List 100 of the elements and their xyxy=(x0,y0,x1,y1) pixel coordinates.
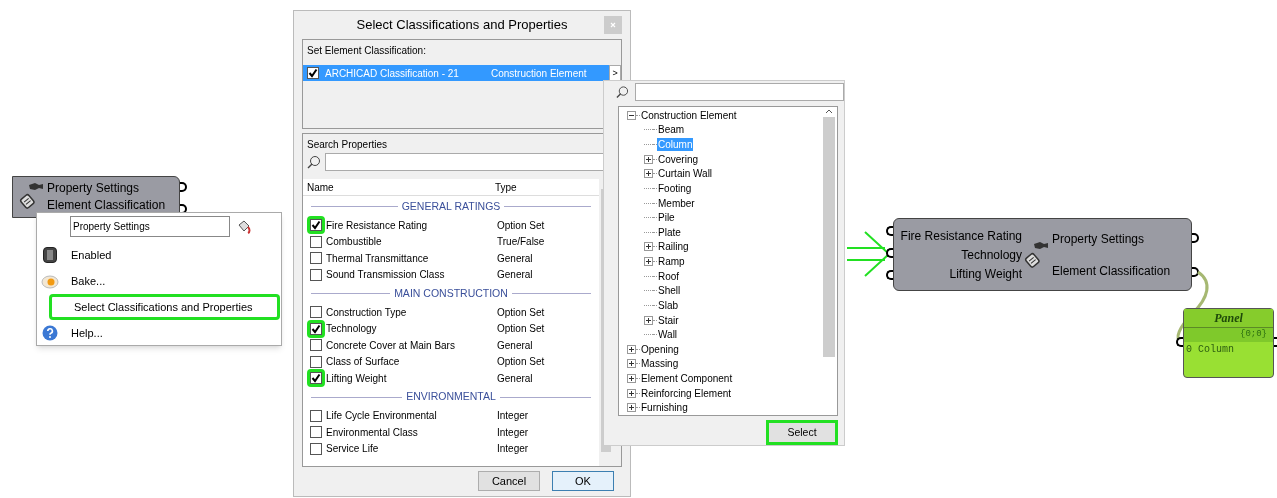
input-label: Technology xyxy=(961,247,1022,262)
menu-item[interactable]: Help... xyxy=(63,320,103,346)
property-type: General xyxy=(497,338,533,353)
tree-item[interactable]: Beam xyxy=(657,123,686,137)
search-field[interactable] xyxy=(635,83,844,101)
tree-item[interactable]: Furnishing xyxy=(640,401,689,415)
checkbox[interactable] xyxy=(310,322,322,335)
checkbox[interactable] xyxy=(310,442,322,455)
help-icon xyxy=(42,325,58,341)
component-node[interactable]: Fire Resistance Rating Technology Lifting Weight Property Settings Element Classification xyxy=(893,218,1192,291)
expand-icon[interactable] xyxy=(644,169,653,179)
tree-item[interactable]: Element Component xyxy=(640,372,734,386)
tree-item[interactable]: Reinforcing Element xyxy=(640,386,733,400)
port-icon[interactable] xyxy=(1192,233,1199,243)
item-value: Column xyxy=(1198,342,1235,357)
checkbox[interactable] xyxy=(310,409,322,422)
menu-item[interactable]: Select Classifications and Properties xyxy=(49,294,280,320)
checkbox[interactable] xyxy=(310,219,322,232)
input-label: Fire Resistance Rating xyxy=(900,228,1022,243)
port-icon[interactable] xyxy=(1192,267,1199,277)
checkbox[interactable] xyxy=(310,235,322,248)
checkbox[interactable] xyxy=(310,339,322,352)
menu-item[interactable]: Bake... xyxy=(63,268,106,294)
tree-item[interactable]: Member xyxy=(657,196,696,210)
property-name: Technology xyxy=(325,322,378,337)
property-name: Service Life xyxy=(325,442,380,457)
property-type: General xyxy=(497,371,533,386)
expand-icon[interactable] xyxy=(627,374,636,384)
select-button[interactable]: Select xyxy=(766,420,838,445)
checkbox[interactable] xyxy=(307,67,319,79)
expand-icon[interactable] xyxy=(644,154,653,164)
expand-button[interactable]: > xyxy=(609,65,621,81)
scrollbar-thumb[interactable] xyxy=(823,117,835,357)
panel-path: {0;0} xyxy=(1184,328,1273,342)
checkbox[interactable] xyxy=(310,355,322,368)
expand-icon[interactable] xyxy=(644,242,653,252)
tree-item[interactable]: Ramp xyxy=(657,255,686,269)
property-name: Environmental Class xyxy=(325,425,419,440)
property-type: Option Set xyxy=(497,322,545,337)
property-type: Integer xyxy=(497,409,529,424)
tree-item[interactable]: Covering xyxy=(657,152,700,166)
group-label: Set Element Classification: xyxy=(307,44,427,58)
checkbox[interactable] xyxy=(310,252,322,265)
property-name: Combustible xyxy=(325,235,383,250)
checkbox[interactable] xyxy=(310,426,322,439)
output-label: Property Settings xyxy=(47,181,141,196)
property-type: Option Set xyxy=(497,218,545,233)
output-label: Element Classification xyxy=(47,198,166,213)
property-type: True/False xyxy=(497,235,545,250)
tree-item[interactable]: Pile xyxy=(657,211,676,225)
tree-item[interactable]: Wall xyxy=(657,328,679,342)
tree-item[interactable]: Roof xyxy=(657,269,681,283)
expand-icon[interactable] xyxy=(627,344,636,354)
checkbox[interactable] xyxy=(310,306,322,319)
dialog-button[interactable]: OK xyxy=(552,471,614,491)
expand-icon[interactable] xyxy=(627,388,636,398)
group-heading: ENVIRONMENTAL xyxy=(406,389,496,405)
expand-icon[interactable] xyxy=(627,359,636,369)
tree-item[interactable]: Slab xyxy=(657,298,679,312)
tree-item[interactable]: Stair xyxy=(657,313,680,327)
group-label: Search Properties xyxy=(307,138,389,152)
expand-icon[interactable] xyxy=(644,257,653,267)
tree-item[interactable]: Opening xyxy=(640,342,680,356)
menu-item[interactable]: Enabled xyxy=(63,242,112,268)
checkbox[interactable] xyxy=(310,268,322,281)
property-type: General xyxy=(497,268,533,283)
tree-item[interactable]: Massing xyxy=(640,357,680,371)
property-name: Construction Type xyxy=(325,305,408,320)
panel-node[interactable]: Panel {0;0} 0 Column xyxy=(1183,308,1274,378)
expand-icon[interactable] xyxy=(627,403,636,413)
tree-item[interactable]: Railing xyxy=(657,240,690,254)
output-label: Property Settings xyxy=(1052,231,1146,246)
item-index: 0 xyxy=(1186,342,1192,357)
expand-icon[interactable] xyxy=(644,315,653,325)
property-name: Lifting Weight xyxy=(325,371,388,386)
property-name: Class of Surface xyxy=(325,355,401,370)
panel-title: Panel xyxy=(1184,309,1273,328)
search-icon xyxy=(307,155,321,169)
checkbox[interactable] xyxy=(310,372,322,385)
dialog-button[interactable]: Cancel xyxy=(478,471,540,491)
tree-item[interactable]: Footing xyxy=(657,181,693,195)
search-icon xyxy=(616,85,629,99)
toggle-icon xyxy=(43,247,57,263)
tree-item[interactable]: Construction Element xyxy=(640,108,738,122)
property-type: Integer xyxy=(497,442,529,457)
tree-item[interactable]: Shell xyxy=(657,284,682,298)
input-label: Lifting Weight xyxy=(949,266,1022,281)
name-field[interactable]: Property Settings xyxy=(70,216,230,237)
property-type: Option Set xyxy=(497,305,545,320)
tree-item[interactable]: Curtain Wall xyxy=(657,167,714,181)
group-heading: MAIN CONSTRUCTION xyxy=(394,285,508,301)
paint-bucket-icon[interactable] xyxy=(236,219,252,234)
tag-icon xyxy=(1024,239,1050,270)
column-header[interactable]: Name xyxy=(303,179,492,195)
dialog-title: Select Classifications and Properties xyxy=(356,16,568,35)
collapse-icon[interactable] xyxy=(627,110,636,120)
tree-item[interactable]: Plate xyxy=(657,225,682,239)
property-name: Concrete Cover at Main Bars xyxy=(325,338,456,353)
port-icon[interactable] xyxy=(180,182,187,192)
column-header[interactable]: Type xyxy=(492,179,517,195)
